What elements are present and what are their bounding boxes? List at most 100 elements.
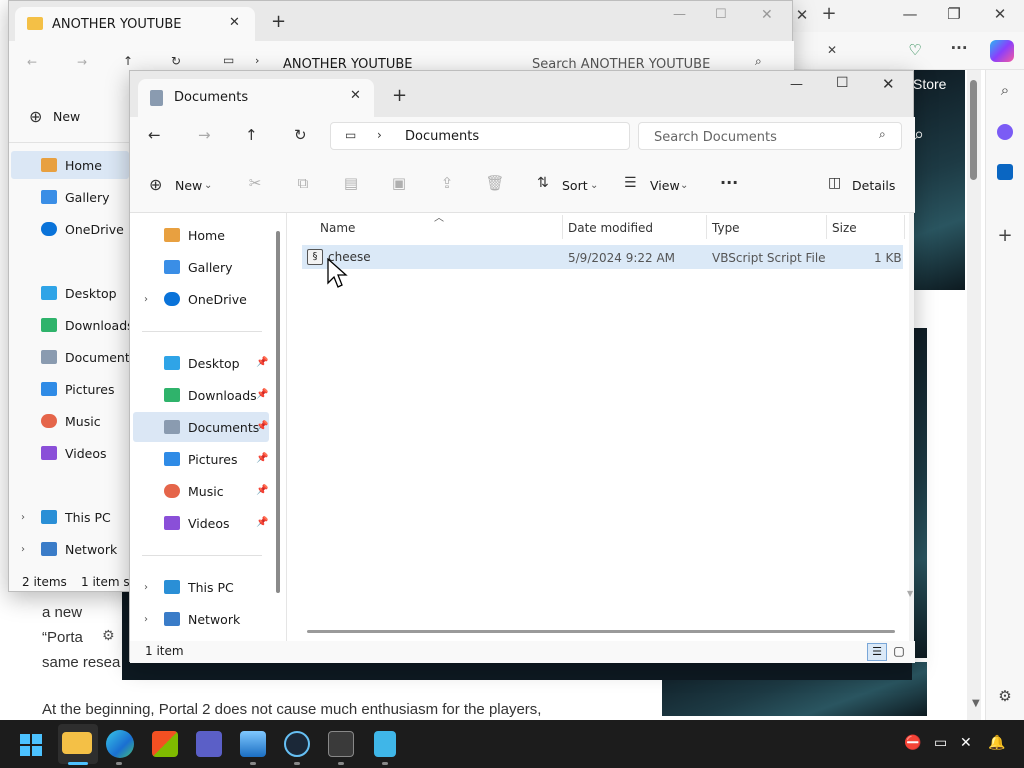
search-icon[interactable]: ⌕ [755,54,762,69]
new-plus-icon[interactable]: ⊕ [29,107,42,126]
maximize-icon[interactable]: ☐ [836,75,849,91]
nav-item-pictures[interactable]: Pictures 📌 [164,447,274,473]
paste-icon[interactable]: ▤ [340,174,362,192]
notepad-icon[interactable] [374,731,396,757]
nav-item-videos[interactable]: Videos 📌 [164,511,274,537]
search-input[interactable]: Search Documents [654,130,777,145]
expand-chevron-icon[interactable]: › [144,582,148,593]
teams-icon[interactable] [196,731,222,757]
network-disconnected-icon[interactable]: ⛔ [904,735,921,751]
horizontal-scrollbar-thumb[interactable] [307,630,895,633]
nav-item-gallery[interactable]: Gallery [41,185,131,211]
copy-icon[interactable]: ⧉ [292,174,314,192]
list-vertical-scrollbar[interactable]: ▼ [907,213,914,641]
scroll-down-icon[interactable]: ▼ [907,589,913,598]
forward-arrow-icon[interactable]: → [198,126,211,144]
nav-item-home[interactable]: Home [41,153,131,179]
store-icon[interactable] [152,731,178,757]
game-icon[interactable] [328,731,354,757]
nav-item-music[interactable]: Music [41,409,131,435]
nav-item-pictures[interactable]: Pictures [41,377,131,403]
pin-icon[interactable]: 📌 [256,357,268,368]
browser-restore-icon[interactable]: ❐ [942,4,966,26]
pin-icon[interactable]: 📌 [256,453,268,464]
view-icon[interactable]: ☰ [624,175,637,191]
address-bar[interactable]: ▭ › Documents [330,122,630,150]
tab-close-icon[interactable]: ✕ [229,15,240,30]
sidebar-outlook-icon[interactable] [997,164,1013,180]
browser-scroll-thumb[interactable] [970,80,977,180]
display-icon[interactable]: ▭ [934,735,947,751]
details-pane-icon[interactable]: ◫ [828,175,841,191]
pin-icon[interactable]: 📌 [256,421,268,432]
nav-item-downloads[interactable]: Downloads 📌 [164,383,274,409]
nav-item-network[interactable]: Network [41,537,131,563]
column-divider[interactable] [562,215,563,239]
sort-icon[interactable]: ⇅ [537,175,549,191]
nav-item-downloads[interactable]: Downloads [41,313,134,339]
nav-item-this-pc[interactable]: This PC [164,575,264,601]
nav-item-onedrive[interactable]: OneDrive [41,217,131,243]
new-button[interactable]: New [53,109,80,124]
steam-icon[interactable] [284,731,310,757]
tab-close-icon[interactable]: ✕ [350,88,361,103]
delete-icon[interactable]: 🗑 [484,174,506,192]
view-button[interactable]: View [650,178,680,193]
details-button[interactable]: Details [852,178,895,193]
column-divider[interactable] [826,215,827,239]
edge-icon[interactable] [106,730,134,758]
sort-button[interactable]: Sort [562,178,588,193]
column-type[interactable]: Type [712,221,740,235]
browser-favorite-icon[interactable]: ✕ [820,40,844,62]
notification-bell-icon[interactable]: 🔔 [988,735,1005,751]
browser-new-tab-icon[interactable]: + [817,4,841,26]
sidebar-search-icon[interactable]: ⌕ [993,80,1017,102]
column-date-modified[interactable]: Date modified [568,221,653,235]
file-explorer-icon[interactable] [62,732,92,754]
new-button[interactable]: New [175,178,202,193]
cut-icon[interactable]: ✂ [244,174,266,192]
nav-item-desktop[interactable]: Desktop [41,281,131,307]
pin-icon[interactable]: 📌 [256,517,268,528]
close-icon[interactable]: ✕ [761,7,773,23]
refresh-icon[interactable]: ↻ [294,126,307,144]
expand-chevron-icon[interactable]: › [21,544,25,555]
tab-another-youtube[interactable]: ANOTHER YOUTUBE ✕ [15,7,255,41]
maximize-icon[interactable]: ☐ [715,7,727,22]
nav-item-documents[interactable]: Documents [41,345,136,371]
up-arrow-icon[interactable]: ↑ [245,126,258,144]
scroll-down-icon[interactable]: ▼ [972,698,980,709]
tiles-view-icon[interactable]: ▢ [890,643,908,661]
search-box[interactable]: Search Documents ⌕ [638,122,902,150]
nav-item-gallery[interactable]: Gallery [164,255,264,281]
browser-health-icon[interactable]: ♡ [903,40,927,62]
pin-icon[interactable]: 📌 [256,485,268,496]
more-options-icon[interactable]: ··· [720,173,738,192]
nav-item-documents[interactable]: Documents 📌 [164,415,274,441]
expand-chevron-icon[interactable]: › [144,294,148,305]
sidebar-settings-icon[interactable]: ⚙ [993,686,1017,708]
volume-muted-icon[interactable]: ✕ [960,735,972,751]
nav-item-music[interactable]: Music 📌 [164,479,274,505]
column-divider[interactable] [904,215,905,239]
search-icon[interactable]: ⌕ [879,127,886,142]
details-view-icon[interactable]: ☰ [867,643,887,661]
browser-close-icon[interactable]: ✕ [988,4,1012,26]
article-settings-icon[interactable]: ⚙ [102,628,115,644]
share-icon[interactable]: ⇪ [436,174,458,192]
copilot-icon[interactable] [990,40,1014,62]
column-divider[interactable] [706,215,707,239]
rename-icon[interactable]: ▣ [388,174,410,192]
minimize-icon[interactable]: — [790,77,803,92]
column-size[interactable]: Size [832,221,857,235]
forward-arrow-icon[interactable]: → [77,55,87,69]
nav-item-this-pc[interactable]: This PC [41,505,131,531]
nav-scrollbar-thumb[interactable] [276,231,280,593]
tab-documents[interactable]: Documents ✕ [138,79,374,117]
minimize-icon[interactable]: — [673,7,686,22]
close-icon[interactable]: ✕ [882,75,895,93]
breadcrumb[interactable]: Documents [405,129,479,144]
windows-start-icon[interactable] [20,734,42,756]
new-tab-icon[interactable]: + [271,11,286,32]
refresh-icon[interactable]: ↻ [171,54,181,68]
